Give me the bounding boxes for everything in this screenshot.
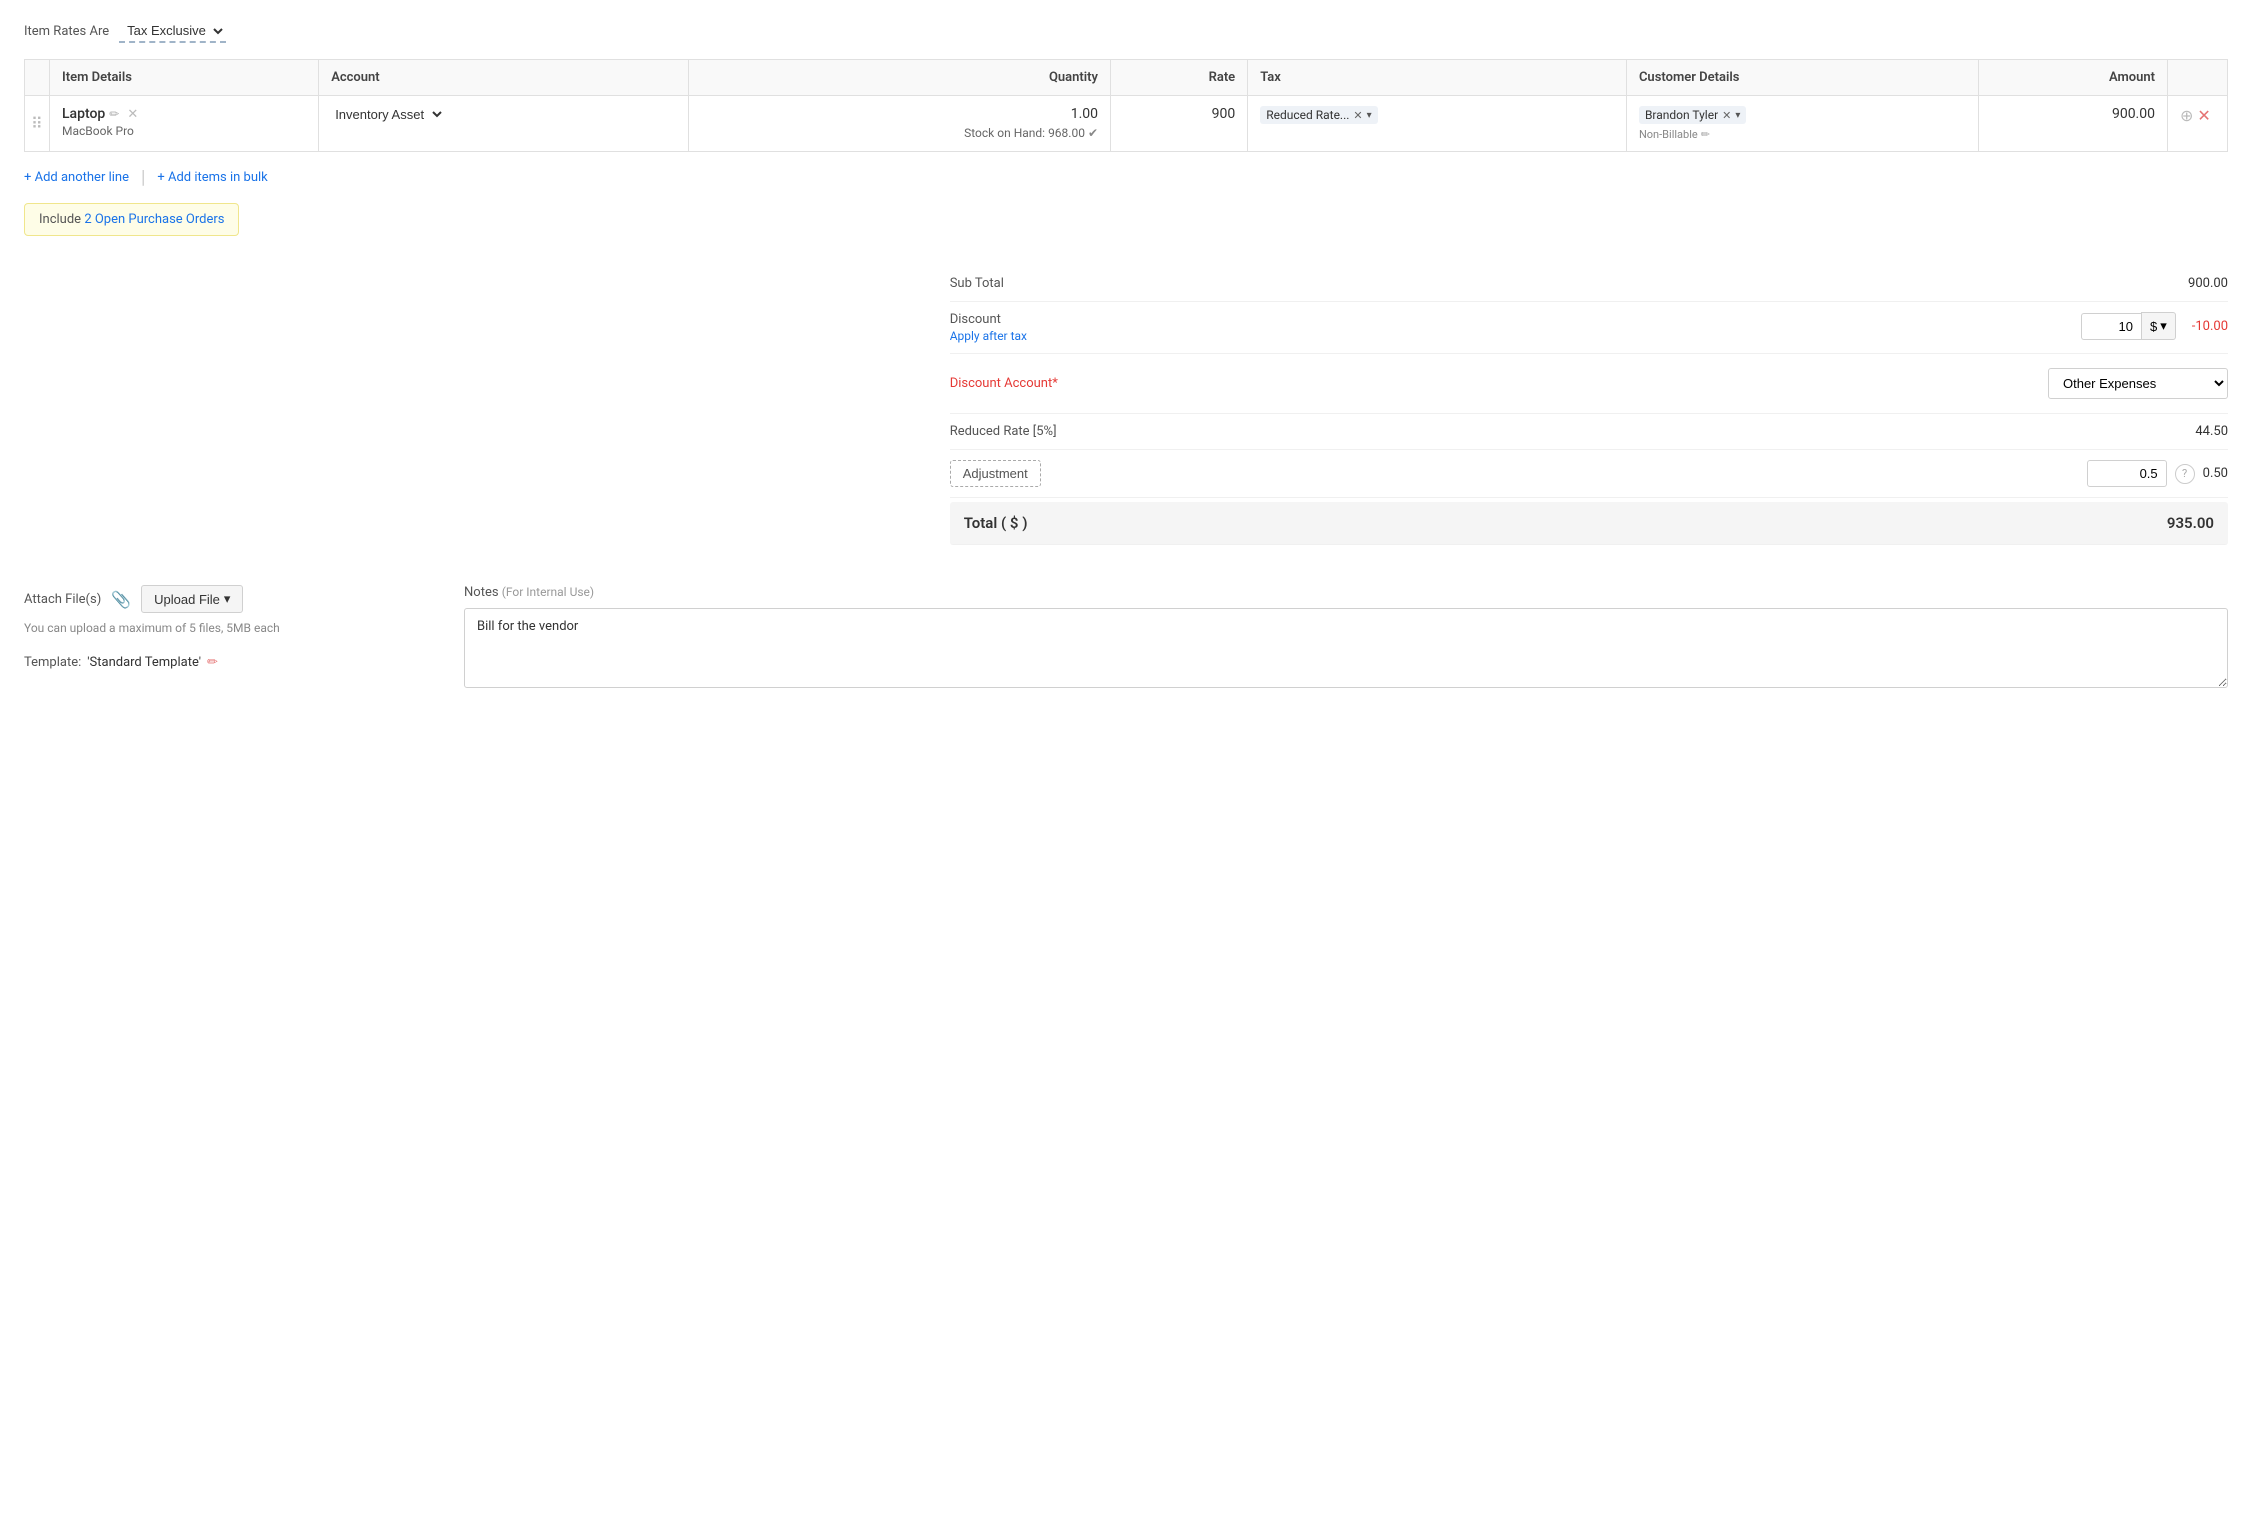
item-edit-icon[interactable]: ✏ <box>109 107 119 121</box>
customer-name: Brandon Tyler <box>1645 108 1718 122</box>
notes-section: Notes (For Internal Use) Bill for the ve… <box>464 585 2228 692</box>
drag-handle-icon[interactable]: ⠿ <box>31 114 43 133</box>
upload-file-button[interactable]: Upload File ▾ <box>141 585 243 613</box>
adjustment-amount: 0.50 <box>2203 466 2228 481</box>
po-prefix: Include <box>39 212 81 227</box>
notes-label-text: Notes <box>464 585 499 600</box>
item-rates-label: Item Rates Are <box>24 24 109 39</box>
stock-value: 968.00 <box>1048 126 1085 140</box>
account-header: Account <box>319 60 688 96</box>
upload-help-text: You can upload a maximum of 5 files, 5MB… <box>24 621 424 635</box>
po-link[interactable]: 2 Open Purchase Orders <box>84 212 224 227</box>
add-items-bulk-link[interactable]: + Add items in bulk <box>157 164 267 191</box>
tax-header: Tax <box>1248 60 1627 96</box>
notes-sub-label: (For Internal Use) <box>502 585 594 599</box>
discount-amount: -10.00 <box>2192 319 2228 334</box>
discount-label: Discount <box>950 312 1027 327</box>
item-details-header: Item Details <box>50 60 319 96</box>
customer-remove-icon[interactable]: ✕ <box>1722 109 1731 122</box>
summary-section: Sub Total 900.00 Discount Apply after ta… <box>950 266 2228 545</box>
template-name: 'Standard Template' <box>87 655 201 670</box>
discount-account-select[interactable]: Other Expenses Discounts Given Sales Dis… <box>2048 368 2228 399</box>
drag-col-header <box>25 60 50 96</box>
subtotal-label: Sub Total <box>950 276 1004 291</box>
total-label: Total ( $ ) <box>964 514 1028 532</box>
po-banner: Include 2 Open Purchase Orders <box>24 203 239 236</box>
billable-edit-icon[interactable]: ✏ <box>1701 128 1710 141</box>
tax-remove-icon[interactable]: ✕ <box>1353 109 1362 122</box>
adjustment-input[interactable] <box>2087 460 2167 487</box>
notes-textarea[interactable]: Bill for the vendor <box>464 608 2228 688</box>
adjustment-help-icon[interactable]: ? <box>2175 464 2195 484</box>
items-table: Item Details Account Quantity Rate Tax C… <box>24 59 2228 152</box>
tax-chevron-icon[interactable]: ▾ <box>1367 110 1372 121</box>
attach-label-text: Attach File(s) <box>24 592 101 607</box>
rate-value: 900 <box>1212 106 1236 122</box>
discount-input[interactable] <box>2081 313 2141 340</box>
adjustment-button[interactable]: Adjustment <box>950 460 1041 487</box>
template-edit-icon[interactable]: ✏ <box>207 655 218 670</box>
row-delete-icon[interactable]: ✕ <box>2197 106 2210 126</box>
item-name: Laptop <box>62 106 105 122</box>
paperclip-icon: 📎 <box>111 590 131 609</box>
add-line-row: + Add another line | + Add items in bulk <box>24 164 2228 191</box>
upload-chevron-icon: ▾ <box>224 591 231 607</box>
stock-check-icon: ✔ <box>1088 126 1098 140</box>
reduced-rate-label: Reduced Rate [5%] <box>950 424 1057 439</box>
item-rates-row: Item Rates Are Tax Exclusive Tax Inclusi… <box>24 20 2228 43</box>
attach-section: Attach File(s) 📎 Upload File ▾ You can u… <box>24 585 424 692</box>
add-another-line-link[interactable]: + Add another line <box>24 164 129 191</box>
quantity-header: Quantity <box>688 60 1110 96</box>
discount-account-label: Discount Account* <box>950 376 1058 391</box>
billable-status: Non-Billable <box>1639 128 1698 141</box>
amount-value: 900.00 <box>2112 106 2155 122</box>
upload-file-label: Upload File <box>154 592 220 607</box>
apply-after-tax-link[interactable]: Apply after tax <box>950 329 1027 343</box>
amount-header: Amount <box>1979 60 2168 96</box>
template-label: Template: <box>24 655 81 670</box>
discount-type-chevron: ▾ <box>2160 318 2167 334</box>
item-rates-select[interactable]: Tax Exclusive Tax Inclusive No Tax <box>119 20 226 43</box>
discount-type-label: $ <box>2150 319 2157 334</box>
actions-col-header <box>2168 60 2228 96</box>
customer-chevron-icon[interactable]: ▾ <box>1735 110 1740 121</box>
account-select[interactable]: Inventory Asset Other Expenses <box>331 106 445 123</box>
reduced-rate-value: 44.50 <box>2195 424 2228 439</box>
bottom-section: Attach File(s) 📎 Upload File ▾ You can u… <box>24 585 2228 692</box>
divider: | <box>141 167 145 188</box>
quantity-value: 1.00 <box>701 106 1098 122</box>
stock-label: Stock on Hand: <box>964 126 1045 140</box>
item-remove-icon[interactable]: ✕ <box>127 107 138 122</box>
total-value: 935.00 <box>2167 514 2214 532</box>
subtotal-value: 900.00 <box>2188 276 2228 291</box>
item-sub-name: MacBook Pro <box>62 124 138 138</box>
tax-name: Reduced Rate... <box>1266 108 1349 122</box>
rate-header: Rate <box>1111 60 1248 96</box>
row-add-icon[interactable]: ⊕ <box>2180 106 2193 126</box>
discount-type-button[interactable]: $ ▾ <box>2141 312 2176 340</box>
template-row: Template: 'Standard Template' ✏ <box>24 655 424 670</box>
table-row: ⠿ Laptop ✏ ✕ MacBook Pro <box>25 96 2228 152</box>
customer-details-header: Customer Details <box>1626 60 1978 96</box>
